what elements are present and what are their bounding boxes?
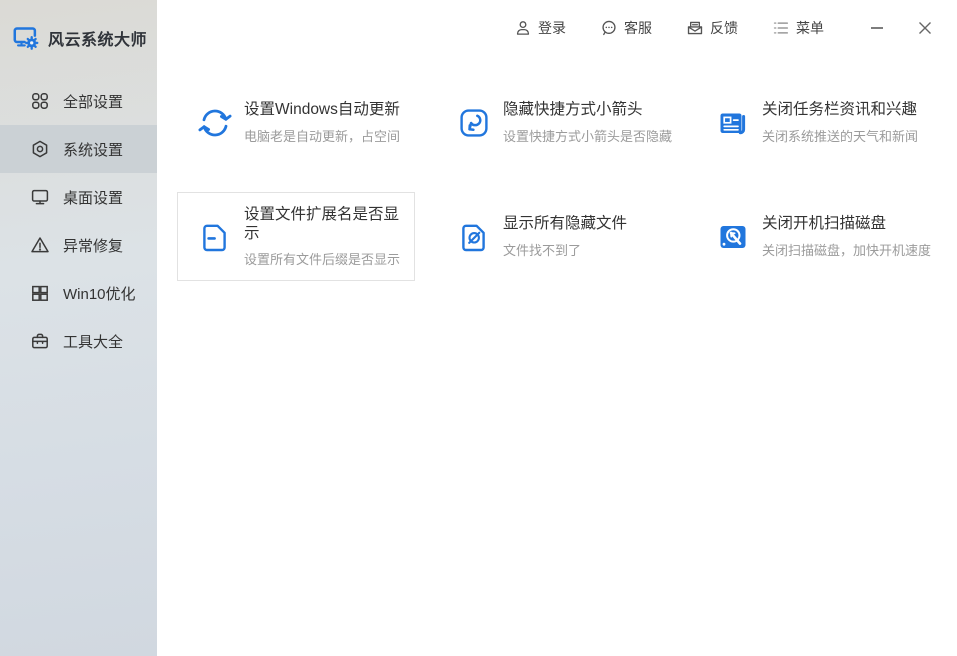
card-file-extension-display[interactable]: 设置文件扩展名是否显示 设置所有文件后缀是否显示 <box>177 192 415 281</box>
sidebar: 风云系统大师 全部设置 系统设置 <box>0 0 157 656</box>
menu-icon <box>772 19 790 37</box>
monitor-icon <box>30 187 50 207</box>
close-icon <box>916 19 934 37</box>
card-disable-boot-disk-scan[interactable]: 关闭开机扫描磁盘 关闭扫描磁盘，加快开机速度 <box>695 192 933 281</box>
sidebar-nav: 全部设置 系统设置 桌面设置 <box>0 77 157 365</box>
user-icon <box>514 19 532 37</box>
warning-icon <box>30 235 50 255</box>
newspaper-icon <box>715 105 751 141</box>
sidebar-item-label: 工具大全 <box>63 331 123 352</box>
app-window: 风云系统大师 全部设置 系统设置 <box>0 0 957 656</box>
login-button[interactable]: 登录 <box>514 18 566 38</box>
card-show-hidden-files[interactable]: 显示所有隐藏文件 文件找不到了 <box>436 192 674 281</box>
close-button[interactable] <box>912 15 938 41</box>
card-title: 隐藏快捷方式小箭头 <box>503 100 672 119</box>
topbar: 登录 客服 反馈 <box>157 0 957 56</box>
gear-hex-icon <box>30 139 50 159</box>
hidden-file-icon <box>456 219 492 255</box>
customer-service-button[interactable]: 客服 <box>600 18 652 38</box>
sidebar-item-win10-optimize[interactable]: Win10优化 <box>0 269 157 317</box>
sidebar-item-label: 异常修复 <box>63 235 123 256</box>
settings-grid: 设置Windows自动更新 电脑老是自动更新，占空间 隐藏快捷方式小箭头 设置快… <box>157 56 957 281</box>
customer-service-label: 客服 <box>624 18 652 38</box>
app-logo-icon <box>13 26 40 51</box>
card-hide-shortcut-arrow[interactable]: 隐藏快捷方式小箭头 设置快捷方式小箭头是否隐藏 <box>436 78 674 167</box>
card-title: 关闭开机扫描磁盘 <box>762 214 931 233</box>
feedback-button[interactable]: 反馈 <box>686 18 738 38</box>
mail-icon <box>686 19 704 37</box>
win10-icon <box>30 283 50 303</box>
card-disable-taskbar-news[interactable]: 关闭任务栏资讯和兴趣 关闭系统推送的天气和新闻 <box>695 78 933 167</box>
toolbox-icon <box>30 331 50 351</box>
card-title: 关闭任务栏资讯和兴趣 <box>762 100 918 119</box>
chat-icon <box>600 19 618 37</box>
disk-scan-icon <box>715 219 751 255</box>
content-area: 设置Windows自动更新 电脑老是自动更新，占空间 隐藏快捷方式小箭头 设置快… <box>157 56 957 656</box>
refresh-icon <box>197 105 233 141</box>
minimize-button[interactable] <box>864 15 890 41</box>
sidebar-item-label: Win10优化 <box>63 283 136 304</box>
card-title: 设置Windows自动更新 <box>244 100 400 119</box>
menu-label: 菜单 <box>796 18 824 38</box>
sidebar-item-label: 全部设置 <box>63 91 123 112</box>
card-subtitle: 文件找不到了 <box>503 240 627 259</box>
card-subtitle: 关闭系统推送的天气和新闻 <box>762 126 918 145</box>
sidebar-item-tools[interactable]: 工具大全 <box>0 317 157 365</box>
app-logo: 风云系统大师 <box>0 0 157 56</box>
card-title: 显示所有隐藏文件 <box>503 214 627 233</box>
sidebar-item-all-settings[interactable]: 全部设置 <box>0 77 157 125</box>
sidebar-item-label: 系统设置 <box>63 139 123 160</box>
card-windows-auto-update[interactable]: 设置Windows自动更新 电脑老是自动更新，占空间 <box>177 78 415 167</box>
card-subtitle: 设置快捷方式小箭头是否隐藏 <box>503 126 672 145</box>
login-label: 登录 <box>538 18 566 38</box>
grid-icon <box>30 91 50 111</box>
gear-icon <box>26 37 37 49</box>
app-title: 风云系统大师 <box>48 26 147 50</box>
sidebar-item-system-settings[interactable]: 系统设置 <box>0 125 157 173</box>
sidebar-item-label: 桌面设置 <box>63 187 123 208</box>
shortcut-arrow-icon <box>456 105 492 141</box>
card-subtitle: 关闭扫描磁盘，加快开机速度 <box>762 240 931 259</box>
sidebar-item-desktop-settings[interactable]: 桌面设置 <box>0 173 157 221</box>
minimize-icon <box>868 19 886 37</box>
file-doc-icon <box>197 219 233 255</box>
card-subtitle: 电脑老是自动更新，占空间 <box>244 126 400 145</box>
menu-button[interactable]: 菜单 <box>772 18 824 38</box>
feedback-label: 反馈 <box>710 18 738 38</box>
sidebar-item-error-repair[interactable]: 异常修复 <box>0 221 157 269</box>
card-title: 设置文件扩展名是否显示 <box>244 205 414 244</box>
card-subtitle: 设置所有文件后缀是否显示 <box>244 249 414 268</box>
